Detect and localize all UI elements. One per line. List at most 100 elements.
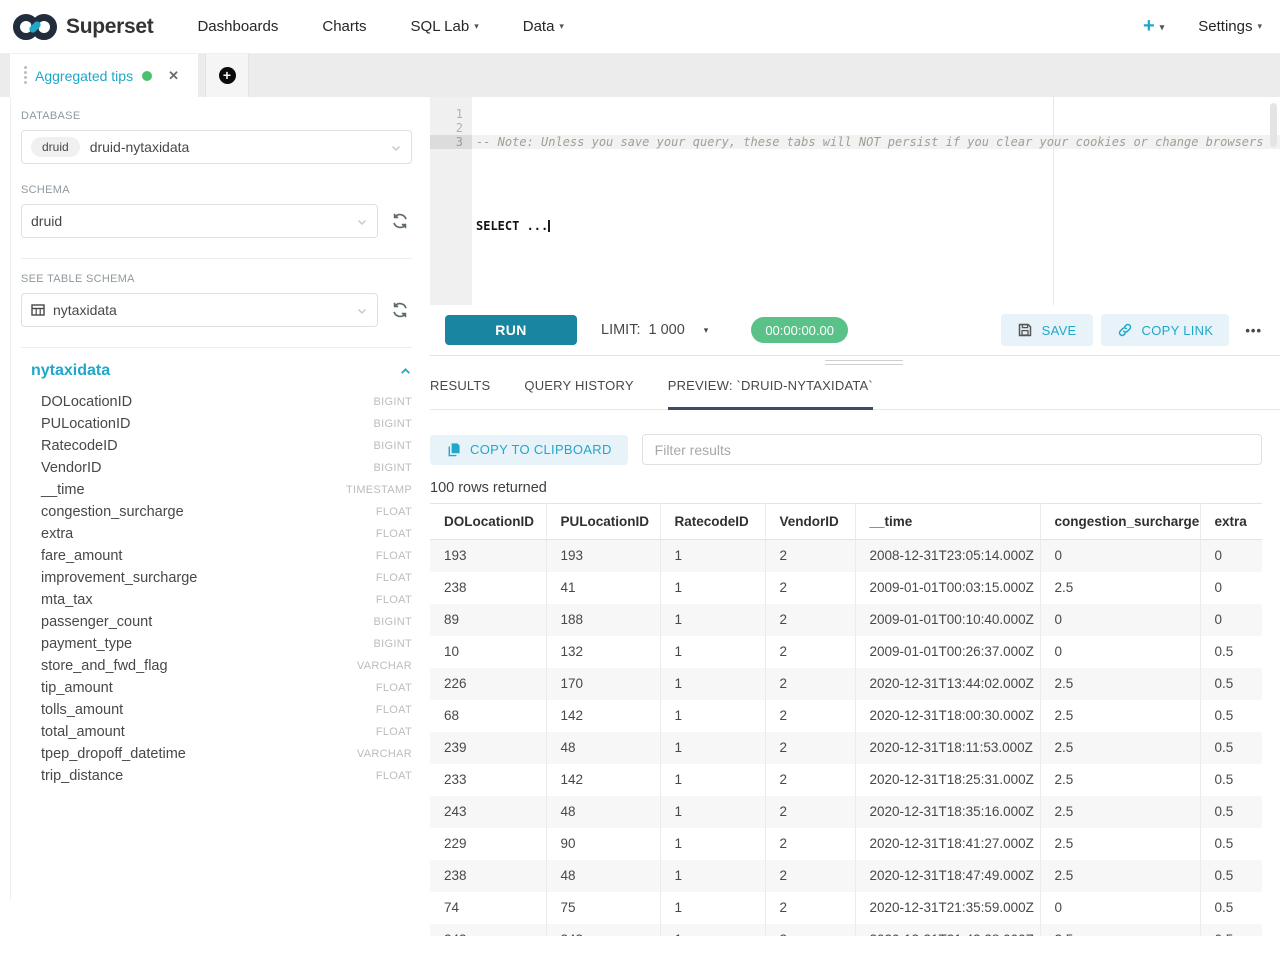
limit-dropdown[interactable]: LIMIT: 1 000 ▾ [601, 322, 708, 338]
schema-column-row[interactable]: fare_amountFLOAT [31, 545, 412, 567]
schema-column-name: tpep_dropoff_datetime [41, 746, 186, 762]
schema-column-row[interactable]: extraFLOAT [31, 523, 412, 545]
table-icon [31, 303, 45, 317]
grid-cell: 2009-01-01T00:26:37.000Z [855, 636, 1040, 668]
pane-splitter[interactable] [430, 355, 1280, 361]
schema-column-type: FLOAT [376, 550, 412, 562]
south-tab-query-history[interactable]: QUERY HISTORY [524, 378, 633, 410]
more-actions-button[interactable]: ••• [1245, 323, 1262, 338]
schema-column-row[interactable]: improvement_surcharge FLOAT [31, 567, 412, 589]
filter-results-input[interactable] [642, 434, 1262, 465]
nav-item-data[interactable]: Data▾ [501, 18, 586, 35]
grid-header-cell[interactable]: VendorID [765, 504, 855, 540]
grid-header-cell[interactable]: extra [1200, 504, 1262, 540]
grid-header-cell[interactable]: RatecodeID [660, 504, 765, 540]
copy-to-clipboard-button[interactable]: COPY TO CLIPBOARD [430, 435, 628, 465]
refresh-schema-button[interactable] [388, 209, 412, 233]
brand-name: Superset [66, 15, 153, 39]
save-button[interactable]: SAVE [1001, 314, 1093, 346]
superset-logo[interactable]: Superset [12, 12, 153, 42]
grid-header-cell[interactable]: __time [855, 504, 1040, 540]
grid-cell: 0.5 [1200, 636, 1262, 668]
schema-column-row[interactable]: payment_typeBIGINT [31, 633, 412, 655]
grid-cell: 238 [430, 572, 546, 604]
schema-column-row[interactable]: total_amountFLOAT [31, 721, 412, 743]
tab-aggregated-tips[interactable]: Aggregated tips ✕ [10, 54, 198, 97]
schema-column-row[interactable]: tolls_amountFLOAT [31, 699, 412, 721]
south-tab-results[interactable]: RESULTS [430, 378, 490, 410]
grid-cell: 2020-12-31T21:35:59.000Z [855, 892, 1040, 924]
grid-header-cell[interactable]: DOLocationID [430, 504, 546, 540]
schema-column-row[interactable]: RatecodeIDBIGINT [31, 435, 412, 457]
drag-handle-icon[interactable] [24, 71, 27, 74]
schema-column-row[interactable]: tpep_dropoff_datetimeVARCHAR [31, 743, 412, 765]
schema-column-row[interactable]: VendorIDBIGINT [31, 457, 412, 479]
schema-column-type: FLOAT [376, 572, 412, 584]
schema-column-row[interactable]: congestion_surchargeFLOAT [31, 501, 412, 523]
settings-menu[interactable]: Settings▾ [1198, 18, 1262, 35]
grid-row: 68142122020-12-31T18:00:30.000Z2.50.5 [430, 700, 1262, 732]
database-select[interactable]: druid druid-nytaxidata [21, 130, 412, 164]
table-schema-header[interactable]: nytaxidata [31, 362, 412, 380]
chevron-up-icon[interactable] [399, 365, 412, 378]
grid-cell: 0 [1040, 636, 1200, 668]
run-button[interactable]: RUN [445, 315, 577, 345]
chevron-down-icon [356, 305, 368, 317]
refresh-table-button[interactable] [388, 298, 412, 322]
schema-column-row[interactable]: tip_amountFLOAT [31, 677, 412, 699]
schema-column-row[interactable]: DOLocationIDBIGINT [31, 391, 412, 413]
new-menu-button[interactable]: +▾ [1143, 15, 1164, 38]
grid-cell: 2009-01-01T00:10:40.000Z [855, 604, 1040, 636]
nav-item-dashboards[interactable]: Dashboards [175, 18, 300, 35]
sql-comment-line: -- Note: Unless you save your query, the… [476, 135, 1280, 149]
grid-cell: 2020-12-31T18:41:27.000Z [855, 828, 1040, 860]
editor-scrollbar[interactable] [1270, 103, 1277, 147]
nav-item-charts[interactable]: Charts [300, 18, 388, 35]
grid-cell: 0 [1200, 540, 1262, 572]
close-icon[interactable]: ✕ [168, 68, 179, 84]
table-select[interactable]: nytaxidata [21, 293, 378, 327]
grid-cell: 132 [546, 636, 660, 668]
schema-column-type: FLOAT [376, 594, 412, 606]
schema-column-row[interactable]: PULocationIDBIGINT [31, 413, 412, 435]
grid-cell: 2.5 [1040, 860, 1200, 892]
grid-cell: 90 [546, 828, 660, 860]
nav-item-sql-lab[interactable]: SQL Lab▾ [389, 18, 501, 35]
grid-cell: 142 [546, 700, 660, 732]
results-grid[interactable]: DOLocationIDPULocationIDRatecodeIDVendor… [430, 503, 1262, 936]
grid-cell: 193 [430, 540, 546, 572]
schema-column-row[interactable]: mta_taxFLOAT [31, 589, 412, 611]
editor-content[interactable]: -- Note: Unless you save your query, the… [476, 107, 1280, 261]
grid-header-cell[interactable]: congestion_surcharge [1040, 504, 1200, 540]
grid-cell: 0.5 [1200, 668, 1262, 700]
schema-column-type: FLOAT [376, 682, 412, 694]
limit-label: LIMIT: [601, 322, 640, 338]
grid-cell: 1 [660, 892, 765, 924]
grid-cell: 89 [430, 604, 546, 636]
splitter-drag-handle-icon[interactable] [825, 357, 903, 365]
grid-cell: 2.5 [1040, 796, 1200, 828]
grid-cell: 1 [660, 572, 765, 604]
grid-cell: 142 [546, 764, 660, 796]
schema-column-row[interactable]: passenger_countBIGINT [31, 611, 412, 633]
south-tab-preview-druid-nytaxidata[interactable]: PREVIEW: `DRUID-NYTAXIDATA` [668, 378, 873, 410]
grid-row: 22990122020-12-31T18:41:27.000Z2.50.5 [430, 828, 1262, 860]
grid-row: 89188122009-01-01T00:10:40.000Z00 [430, 604, 1262, 636]
grid-row: 193193122008-12-31T23:05:14.000Z00 [430, 540, 1262, 572]
grid-cell: 1 [660, 604, 765, 636]
copy-link-button[interactable]: COPY LINK [1101, 314, 1230, 346]
schema-select[interactable]: druid [21, 204, 378, 238]
grid-cell: 2.5 [1040, 828, 1200, 860]
schema-column-row[interactable]: trip_distanceFLOAT [31, 765, 412, 787]
schema-column-name: improvement_surcharge [41, 570, 197, 586]
schema-column-name: VendorID [41, 460, 101, 476]
grid-cell: 10 [430, 636, 546, 668]
schema-column-type: VARCHAR [357, 660, 412, 672]
schema-column-row[interactable]: __timeTIMESTAMP [31, 479, 412, 501]
add-tab-button[interactable]: + [205, 54, 249, 97]
sql-code-editor[interactable]: 1 2 3 -- Note: Unless you save your quer… [430, 97, 1280, 305]
grid-header-cell[interactable]: PULocationID [546, 504, 660, 540]
top-navbar: Superset Dashboards Charts SQL Lab▾ Data… [0, 0, 1280, 54]
schema-column-row[interactable]: store_and_fwd_flagVARCHAR [31, 655, 412, 677]
schema-column-type: FLOAT [376, 726, 412, 738]
